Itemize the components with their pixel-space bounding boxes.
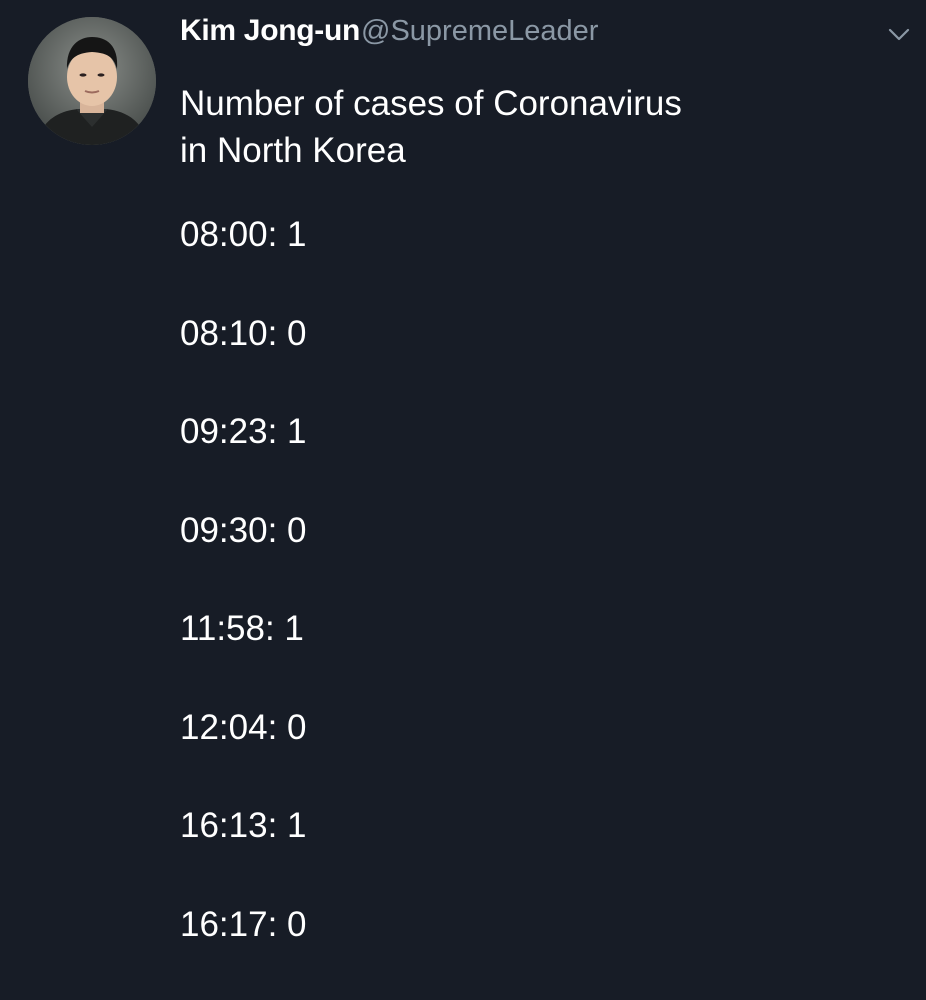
case-log-list: 08:00: 1 08:10: 0 09:23: 1 09:30: 0 11:5… xyxy=(180,212,580,1000)
case-log-entry: 12:04: 0 xyxy=(180,705,580,804)
avatar[interactable] xyxy=(28,17,156,145)
tweet-menu-button[interactable] xyxy=(884,22,914,46)
tweet-text-line: in North Korea xyxy=(180,127,880,174)
author-display-name[interactable]: Kim Jong-un xyxy=(180,14,360,48)
tweet: Kim Jong-un @SupremeLeader Number of cas… xyxy=(0,0,926,960)
author-handle[interactable]: @SupremeLeader xyxy=(361,15,598,48)
case-log-entry: 08:10: 0 xyxy=(180,311,580,410)
tweet-text-line: Number of cases of Coronavirus xyxy=(180,80,880,127)
case-log-entry: 16:13: 1 xyxy=(180,803,580,902)
case-log-entry: 09:23: 1 xyxy=(180,409,580,508)
case-log-entry: 16:17: 0 xyxy=(180,902,580,1000)
case-log-entry: 08:00: 1 xyxy=(180,212,580,311)
case-log-entry: 11:58: 1 xyxy=(180,606,580,705)
tweet-text: Number of cases of Coronavirus in North … xyxy=(180,80,880,174)
tweet-header: Kim Jong-un @SupremeLeader xyxy=(180,14,598,54)
chevron-down-icon xyxy=(884,22,914,46)
case-log-entry: 09:30: 0 xyxy=(180,508,580,607)
avatar-photo-icon xyxy=(28,17,156,145)
